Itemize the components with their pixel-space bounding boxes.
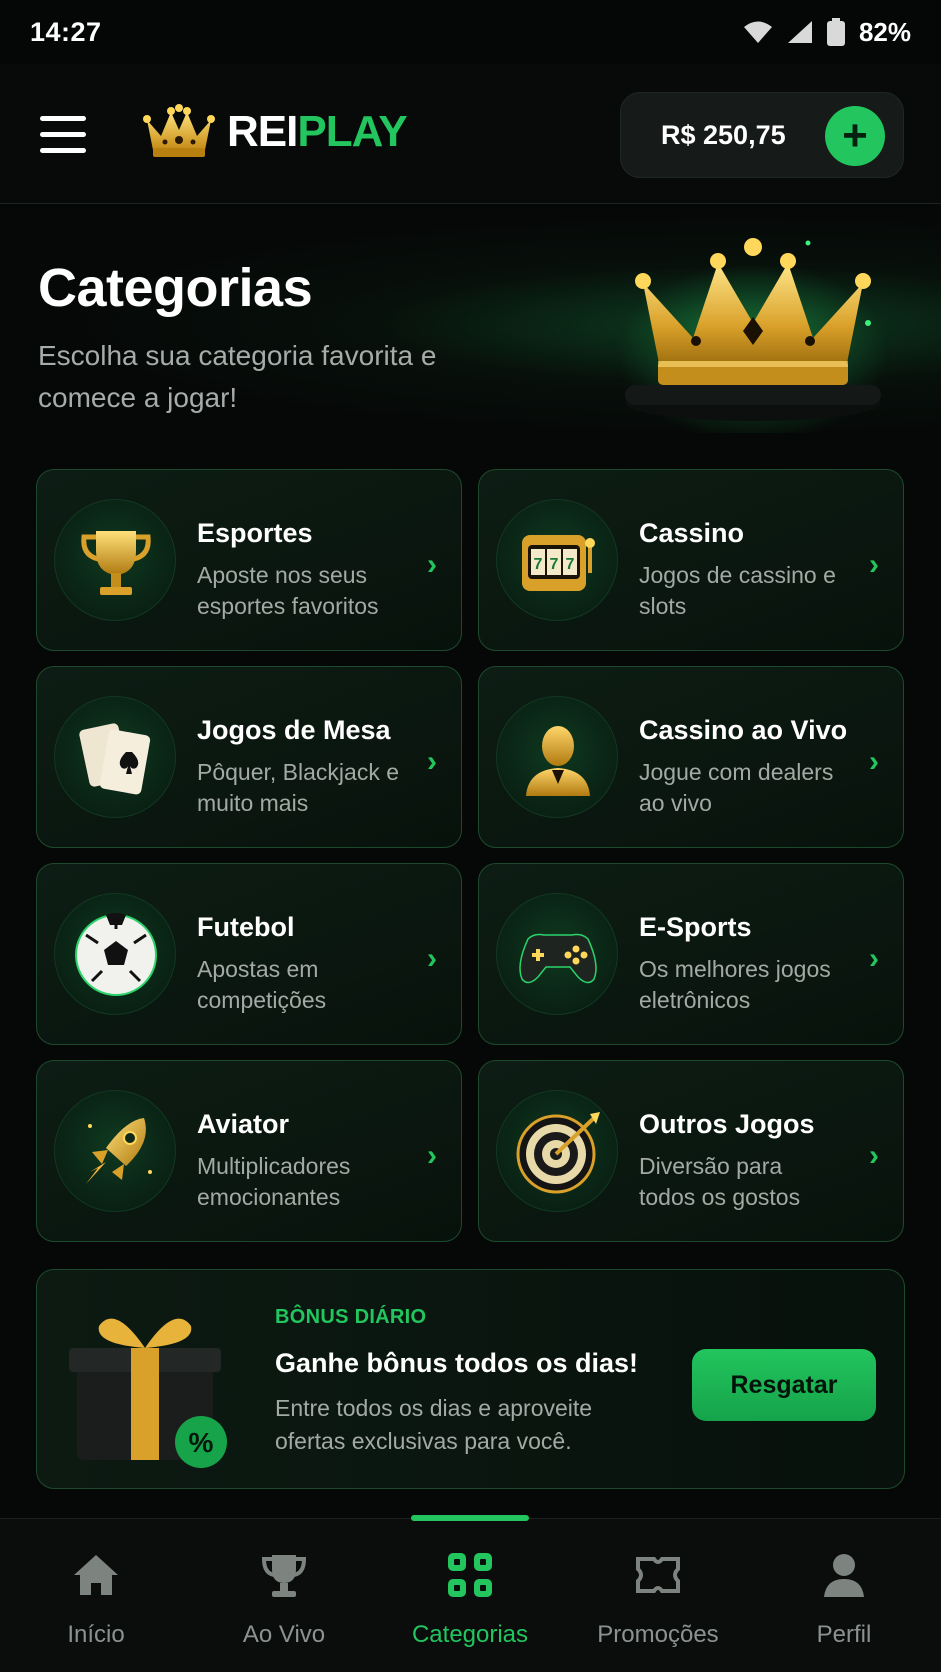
category-card-aviator[interactable]: Aviator Multiplicadores emocionantes › bbox=[36, 1060, 462, 1242]
chevron-right-icon: › bbox=[869, 548, 879, 581]
category-title: Cassino ao Vivo bbox=[639, 715, 848, 745]
category-title: Outros Jogos bbox=[639, 1109, 815, 1139]
nav-item-ao-vivo[interactable]: Ao Vivo bbox=[190, 1519, 378, 1672]
add-funds-button[interactable]: + bbox=[825, 106, 885, 166]
category-title: Cassino bbox=[639, 518, 745, 548]
page-title: Categorias bbox=[38, 258, 313, 318]
crown-illustration-icon bbox=[618, 238, 888, 433]
home-icon bbox=[74, 1555, 118, 1595]
status-time: 14:27 bbox=[30, 16, 102, 47]
brand-logo[interactable]: REIPLAY bbox=[143, 104, 408, 160]
playing-cards-icon bbox=[54, 696, 176, 818]
rocket-icon bbox=[54, 1090, 176, 1212]
chevron-right-icon: › bbox=[427, 548, 437, 581]
chevron-right-icon: › bbox=[869, 745, 879, 778]
battery-percent: 82% bbox=[858, 16, 911, 47]
category-description: Diversão para todos os gostos bbox=[639, 1153, 801, 1210]
daily-bonus-banner: % BÔNUS DIÁRIO Ganhe bônus todos os dias… bbox=[36, 1269, 905, 1489]
slot-machine-icon: 7 7 7 bbox=[496, 499, 618, 621]
category-card-outros-jogos[interactable]: Outros Jogos Diversão para todos os gost… bbox=[478, 1060, 904, 1242]
category-description: Apostas em competições bbox=[197, 956, 327, 1013]
svg-text:7: 7 bbox=[566, 556, 575, 573]
page-subtitle: Escolha sua categoria favorita e comece … bbox=[38, 340, 437, 413]
chevron-right-icon: › bbox=[427, 1139, 437, 1172]
trophy-icon bbox=[54, 499, 176, 621]
wifi-icon bbox=[743, 21, 772, 43]
nav-item-promocoes[interactable]: Promoções bbox=[564, 1519, 752, 1672]
svg-text:7: 7 bbox=[534, 556, 543, 573]
category-card-cassino-ao-vivo[interactable]: Cassino ao Vivo Jogue com dealers ao viv… bbox=[478, 666, 904, 848]
category-card-cassino[interactable]: 7 7 7 Cassino Jogos de cassino e slots › bbox=[478, 469, 904, 651]
category-description: Multiplicadores emocionantes bbox=[197, 1153, 351, 1210]
category-description: Jogos de cassino e slots bbox=[639, 562, 836, 619]
nav-item-perfil[interactable]: Perfil bbox=[750, 1519, 938, 1672]
bottom-navigation: Início Ao Vivo Categorias Promoções Perf… bbox=[0, 1515, 941, 1672]
nav-label: Promoções bbox=[597, 1621, 719, 1648]
nav-label: Categorias bbox=[411, 1621, 529, 1648]
category-description: Os melhores jogos eletrônicos bbox=[639, 956, 831, 1013]
category-description: Pôquer, Blackjack e muito mais bbox=[197, 759, 400, 816]
app-header: REIPLAY R$ 250,75 + bbox=[0, 64, 941, 204]
signal-icon bbox=[787, 21, 812, 43]
balance-pill[interactable]: R$ 250,75 + bbox=[620, 92, 904, 178]
nav-item-inicio[interactable]: Início bbox=[2, 1519, 190, 1672]
trophy-icon bbox=[261, 1555, 307, 1597]
category-title: Aviator bbox=[197, 1109, 290, 1139]
dartboard-icon bbox=[496, 1090, 618, 1212]
nav-label: Perfil bbox=[816, 1621, 872, 1648]
status-bar: 14:27 82% bbox=[0, 0, 941, 64]
category-card-futebol[interactable]: Futebol Apostas em competições › bbox=[36, 863, 462, 1045]
chevron-right-icon: › bbox=[869, 1139, 879, 1172]
ticket-icon bbox=[636, 1557, 680, 1593]
nav-label: Início bbox=[67, 1621, 125, 1648]
category-title: Esportes bbox=[197, 518, 313, 548]
category-card-jogos-de-mesa[interactable]: Jogos de Mesa Pôquer, Blackjack e muito … bbox=[36, 666, 462, 848]
user-icon bbox=[824, 1554, 864, 1597]
soccer-ball-icon bbox=[54, 893, 176, 1015]
category-title: E-Sports bbox=[639, 912, 752, 942]
nav-label: Ao Vivo bbox=[242, 1621, 326, 1648]
nav-item-categorias[interactable]: Categorias bbox=[376, 1519, 564, 1672]
chevron-right-icon: › bbox=[869, 942, 879, 975]
bonus-title: Ganhe bônus todos os dias! bbox=[275, 1348, 639, 1378]
category-title: Jogos de Mesa bbox=[197, 715, 391, 745]
category-title: Futebol bbox=[197, 912, 295, 942]
hero-section: Categorias Escolha sua categoria favorit… bbox=[0, 205, 941, 445]
gift-box-icon: % bbox=[69, 1318, 227, 1468]
menu-icon[interactable] bbox=[40, 116, 86, 154]
category-card-esportes[interactable]: Esportes Aposte nos seus esportes favori… bbox=[36, 469, 462, 651]
category-grid: Esportes Aposte nos seus esportes favori… bbox=[36, 469, 905, 1242]
status-indicators: 82% bbox=[743, 17, 911, 48]
bonus-description: Entre todos os dias e aproveite ofertas … bbox=[275, 1395, 593, 1454]
chevron-right-icon: › bbox=[427, 942, 437, 975]
grid-icon bbox=[448, 1553, 492, 1597]
redeem-button[interactable]: Resgatar bbox=[692, 1349, 876, 1421]
balance-amount: R$ 250,75 bbox=[661, 119, 786, 150]
bonus-tag: BÔNUS DIÁRIO bbox=[275, 1306, 427, 1328]
category-description: Jogue com dealers ao vivo bbox=[639, 759, 834, 816]
battery-icon bbox=[826, 18, 845, 46]
gamepad-icon bbox=[496, 893, 618, 1015]
dealer-icon bbox=[496, 696, 618, 818]
chevron-right-icon: › bbox=[427, 745, 437, 778]
crown-logo-icon bbox=[143, 104, 215, 157]
svg-text:7: 7 bbox=[550, 556, 559, 573]
discount-badge: % bbox=[189, 1427, 214, 1458]
brand-name: REIPLAY bbox=[227, 107, 408, 156]
category-description: Aposte nos seus esportes favoritos bbox=[197, 562, 379, 619]
category-card-e-sports[interactable]: E-Sports Os melhores jogos eletrônicos › bbox=[478, 863, 904, 1045]
